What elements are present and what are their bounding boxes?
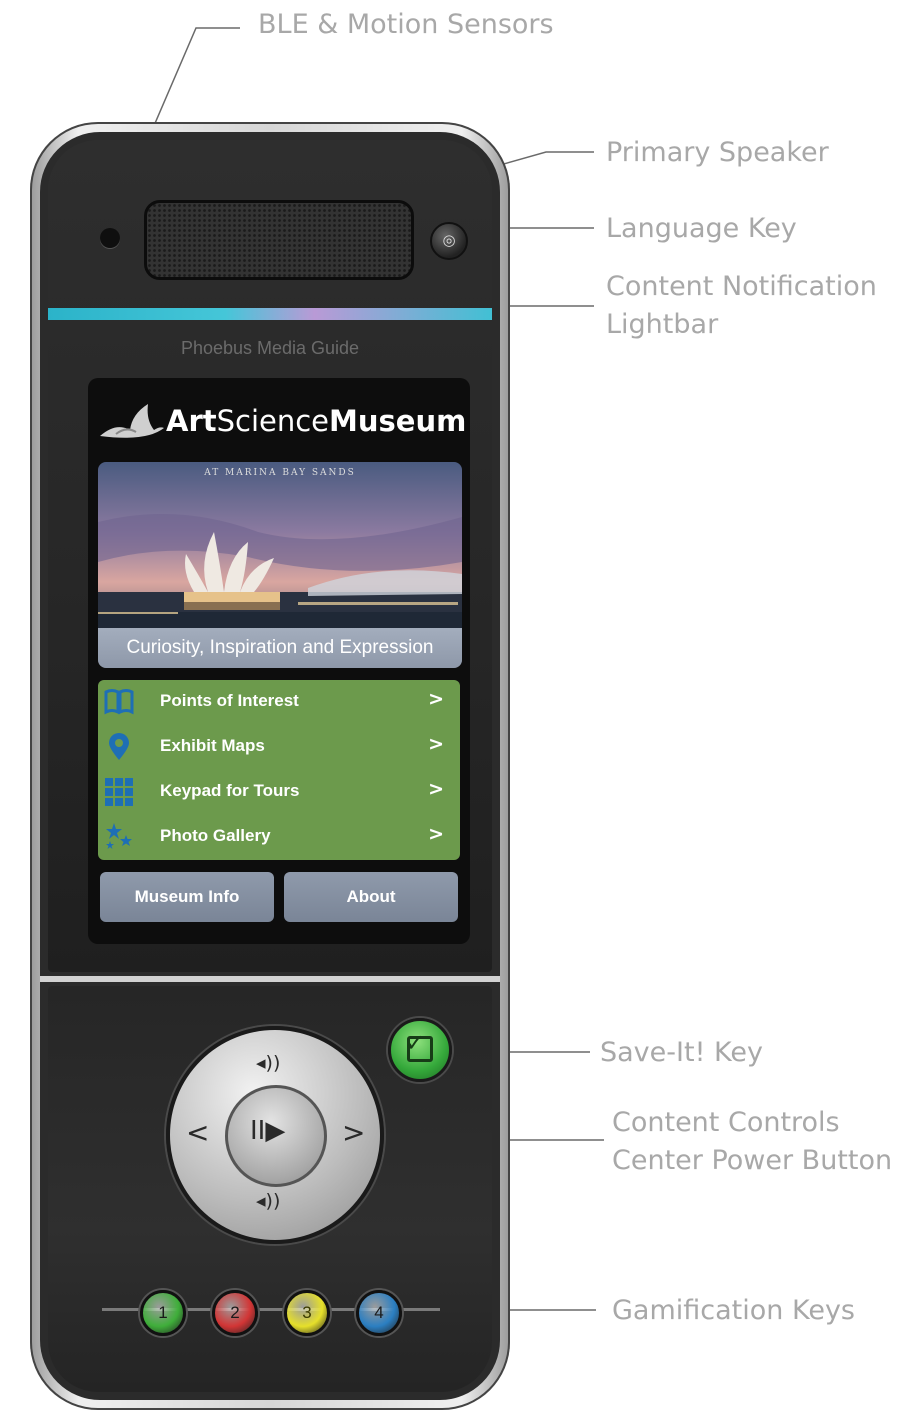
play-pause-icon: II▶ — [250, 1116, 286, 1146]
ble-sensor-dot — [100, 228, 120, 248]
game-key-4[interactable]: 4 — [356, 1290, 402, 1336]
callout-language-key: Language Key — [606, 213, 797, 244]
game-key-2[interactable]: 2 — [212, 1290, 258, 1336]
chevron-right-icon: > — [428, 778, 444, 800]
game-key-1[interactable]: 1 — [140, 1290, 186, 1336]
callout-center-power: Center Power Button — [612, 1145, 893, 1176]
device-body: ◎ Phoebus Media Guide ArtScienceMuseum A… — [40, 132, 500, 1400]
checkmark-icon: ✓ — [405, 1029, 426, 1057]
lotus-logo-icon — [100, 404, 164, 438]
panel-divider — [40, 976, 500, 982]
device-brand-label: Phoebus Media Guide — [180, 338, 360, 358]
volume-down-button[interactable]: ◂)) — [256, 1190, 280, 1212]
logo-text-science: Science — [216, 404, 330, 438]
logo-text-museum: Museum — [329, 404, 467, 438]
media-guide-device: ◎ Phoebus Media Guide ArtScienceMuseum A… — [30, 122, 510, 1410]
callout-lightbar-line1: Content Notification — [606, 271, 877, 302]
about-button[interactable]: About — [284, 872, 458, 922]
callout-lightbar-line2: Lightbar — [606, 309, 719, 340]
menu-label: Exhibit Maps — [160, 736, 265, 755]
museum-info-button[interactable]: Museum Info — [100, 872, 274, 922]
game-key-label: 2 — [230, 1303, 240, 1322]
main-menu: Points of Interest > Exhibit Maps > Keyp… — [98, 680, 460, 860]
menu-item-photo-gallery[interactable]: Photo Gallery > — [98, 815, 460, 860]
speech-bubble-icon: ◎ — [442, 231, 456, 249]
save-it-key-button[interactable]: ✓ — [388, 1018, 452, 1082]
game-key-label: 1 — [158, 1303, 168, 1322]
chevron-right-icon: > — [428, 823, 444, 845]
logo-text-art: Art — [166, 404, 217, 438]
volume-up-button[interactable]: ◂)) — [256, 1052, 280, 1074]
game-key-label: 4 — [374, 1303, 384, 1322]
callout-content-controls: Content Controls — [612, 1107, 840, 1138]
game-key-label: 3 — [302, 1303, 312, 1322]
callout-gamification-keys: Gamification Keys — [612, 1295, 855, 1326]
menu-label: Photo Gallery — [160, 826, 271, 845]
callout-save-it-key: Save-It! Key — [600, 1037, 763, 1068]
book-icon — [104, 689, 134, 715]
keypad-grid-icon — [105, 778, 133, 806]
photo-caption: AT MARINA BAY SANDS — [204, 468, 356, 478]
primary-speaker-grille — [144, 200, 414, 280]
stars-icon — [106, 823, 132, 849]
previous-button[interactable]: < — [186, 1116, 209, 1149]
callout-primary-speaker: Primary Speaker — [606, 137, 829, 168]
menu-label: Points of Interest — [160, 691, 299, 710]
map-pin-icon — [109, 733, 129, 760]
menu-item-keypad-for-tours[interactable]: Keypad for Tours > — [98, 770, 460, 815]
next-button[interactable]: > — [342, 1116, 365, 1149]
game-key-3[interactable]: 3 — [284, 1290, 330, 1336]
content-controls-dpad: ◂)) ◂)) < > II▶ — [166, 1026, 384, 1244]
chevron-right-icon: > — [428, 733, 444, 755]
menu-item-exhibit-maps[interactable]: Exhibit Maps > — [98, 725, 460, 770]
device-upper-panel: ◎ Phoebus Media Guide ArtScienceMuseum A… — [48, 140, 492, 972]
museum-logo: ArtScienceMuseum — [96, 398, 467, 458]
menu-item-points-of-interest[interactable]: Points of Interest > — [98, 680, 460, 725]
play-pause-power-button[interactable]: II▶ — [225, 1085, 327, 1187]
menu-label: Keypad for Tours — [160, 781, 300, 800]
museum-tagline: Curiosity, Inspiration and Expression — [98, 628, 462, 668]
language-key-button[interactable]: ◎ — [430, 222, 468, 260]
callout-ble-sensors: BLE & Motion Sensors — [258, 9, 554, 40]
notification-lightbar — [48, 308, 492, 320]
chevron-right-icon: > — [428, 688, 444, 710]
device-screen: ArtScienceMuseum AT MARINA BAY SANDS Cur… — [88, 378, 470, 944]
